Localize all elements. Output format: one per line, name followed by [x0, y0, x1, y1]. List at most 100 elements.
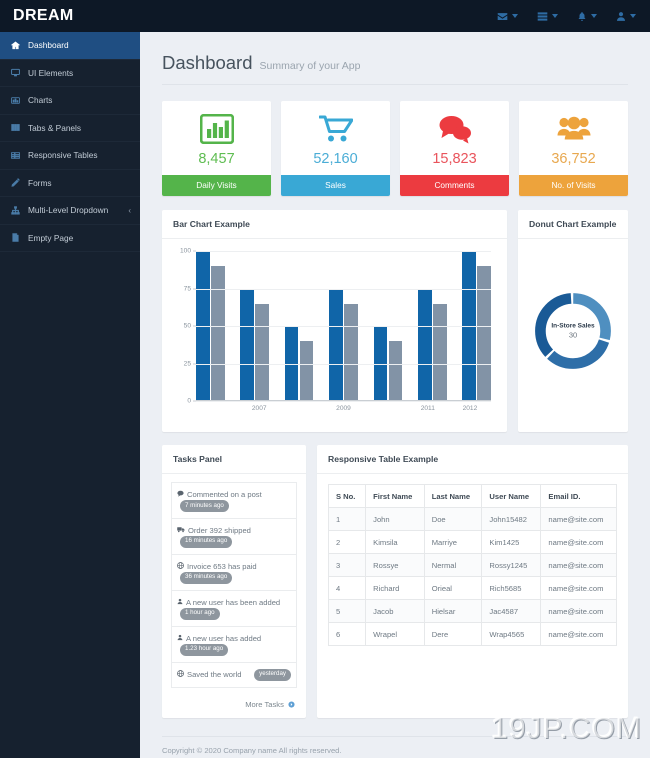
sidebar-item-dashboard[interactable]: Dashboard — [0, 32, 140, 60]
task-item[interactable]: Order 392 shipped 16 minutes ago — [171, 518, 297, 555]
account-dropdown[interactable] — [616, 11, 636, 22]
top-navbar: DREAM — [0, 0, 650, 32]
table-column-header: First Name — [365, 484, 425, 508]
table-cell: Marriye — [423, 530, 483, 554]
stat-card-label: No. of Visits — [519, 175, 628, 196]
users-table: S No. First Name Last Name User Name Email I… — [327, 484, 617, 646]
bar[interactable] — [240, 288, 254, 401]
sidebar-item-forms[interactable]: Forms — [0, 170, 140, 197]
bar-chart-title: Bar Chart Example — [162, 210, 507, 239]
table-row[interactable]: 4 Richard Orieal Rich5685 name@site.com — [327, 576, 617, 600]
grid-line — [196, 288, 491, 290]
sidebar-item-tabs-panels[interactable]: Tabs & Panels — [0, 115, 140, 142]
sidebar-item-label: Forms — [28, 177, 52, 188]
table-row[interactable]: 2 Kimsila Marriye Kim1425 name@site.com — [327, 530, 617, 554]
y-axis-tick-label: 0 — [187, 397, 191, 405]
chevron-down-icon — [512, 14, 518, 18]
user-icon — [616, 11, 626, 22]
bar[interactable] — [433, 303, 447, 401]
y-axis-tick-label: 25 — [183, 360, 191, 367]
table-cell: Nermal — [423, 553, 483, 577]
task-time-badge: 1.23 hour ago — [180, 643, 229, 656]
table-row[interactable]: 5 Jacob Hielsar Jac4587 name@site.com — [327, 599, 617, 623]
sidebar-item-label: Responsive Tables — [28, 150, 98, 161]
grid-line — [196, 363, 491, 365]
tasks-list-icon — [537, 11, 548, 22]
table-column-header: User Name — [481, 484, 542, 508]
donut-chart-area: In-Store Sales 30 — [518, 239, 628, 423]
donut-center-label: In-Store Sales — [551, 322, 595, 330]
y-axis-tick-label: 100 — [179, 247, 191, 255]
table-cell: 2 — [327, 530, 367, 554]
messages-dropdown[interactable] — [497, 11, 518, 22]
stat-card-comments[interactable]: 15,823 Comments — [400, 101, 509, 196]
bottom-row: Tasks Panel Commented on a post 7 minutes… — [140, 432, 650, 718]
table-cell: Hielsar — [423, 599, 483, 623]
sidebar-item-multi-level-dropdown[interactable]: Multi-Level Dropdown ‹ — [0, 197, 140, 225]
brand-logo[interactable]: DREAM — [0, 7, 140, 25]
notifications-dropdown[interactable] — [577, 11, 597, 22]
y-axis-tick-mark — [193, 288, 196, 289]
y-axis-tick-mark — [193, 363, 196, 364]
table-cell: name@site.com — [540, 576, 617, 600]
sidebar: Dashboard UI Elements Charts Tabs & Panels R… — [0, 32, 140, 758]
user-icon — [177, 598, 183, 605]
bar[interactable] — [344, 303, 358, 401]
sidebar-item-ui-elements[interactable]: UI Elements — [0, 60, 140, 87]
page-header: Dashboard Summary of your App — [140, 32, 650, 84]
x-axis-tick-label: 2007 — [251, 405, 267, 412]
task-text: A new user has been added — [186, 597, 281, 607]
table-row[interactable]: 3 Rossye Nermal Rossy1245 name@site.com — [327, 553, 617, 577]
task-text: Invoice 653 has paid — [187, 561, 257, 571]
task-item[interactable]: A new user has added 1.23 hour ago — [171, 626, 297, 663]
bar[interactable] — [329, 288, 343, 401]
bar[interactable] — [418, 288, 432, 401]
stat-card-daily-visits[interactable]: 8,457 Daily Visits — [162, 101, 271, 196]
pencil-square-icon — [11, 178, 24, 188]
table-cell: 3 — [327, 553, 367, 577]
stat-card-value: 15,823 — [432, 151, 477, 167]
tasks-dropdown[interactable] — [537, 11, 558, 22]
table-row[interactable]: 1 John Doe John15482 name@site.com — [327, 507, 617, 531]
task-time-badge: 36 minutes ago — [180, 571, 233, 584]
charts-row: Bar Chart Example 0 25 50 75 100 2007 2009 201… — [140, 196, 650, 432]
task-item[interactable]: Saved the world yesterday — [171, 662, 297, 688]
donut-graphic: In-Store Sales 30 — [530, 288, 616, 374]
task-item[interactable]: Commented on a post 7 minutes ago — [171, 482, 297, 519]
grid-line — [196, 251, 491, 252]
sidebar-item-charts[interactable]: Charts — [0, 87, 140, 115]
y-axis-tick-label: 75 — [183, 285, 191, 292]
table-cell: name@site.com — [540, 599, 617, 623]
table-cell: 5 — [327, 599, 367, 623]
comments-icon — [438, 112, 472, 146]
table-cell: name@site.com — [540, 507, 617, 531]
sidebar-item-empty-page[interactable]: Empty Page — [0, 225, 140, 252]
file-icon — [11, 233, 24, 242]
task-text: Saved the world — [187, 669, 242, 679]
bar[interactable] — [255, 303, 269, 401]
more-tasks-link[interactable]: More Tasks — [162, 694, 306, 718]
cart-icon — [318, 112, 353, 146]
task-text: Order 392 shipped — [188, 525, 251, 535]
envelope-icon — [497, 11, 508, 22]
table-panel-title: Responsive Table Example — [317, 445, 628, 474]
table-cell: Jac4587 — [481, 599, 542, 623]
sidebar-item-label: Tabs & Panels — [28, 122, 82, 133]
x-axis-tick-label: 2012 — [462, 405, 478, 412]
sitemap-icon — [11, 206, 24, 215]
stat-card-sales[interactable]: 52,160 Sales — [281, 101, 390, 196]
chart-icon — [11, 96, 24, 105]
sidebar-item-responsive-tables[interactable]: Responsive Tables — [0, 142, 140, 170]
table-cell: Richard — [365, 576, 425, 600]
stat-card-no-of-visits[interactable]: 36,752 No. of Visits — [519, 101, 628, 196]
bell-icon — [577, 11, 587, 22]
task-item[interactable]: Invoice 653 has paid 36 minutes ago — [171, 554, 297, 591]
donut-chart-title: Donut Chart Example — [518, 210, 628, 239]
bar-chart-area: 0 25 50 75 100 2007 2009 2011 2012 — [162, 239, 507, 423]
table-row[interactable]: 6 Wrapel Dere Wrap4565 name@site.com — [327, 622, 617, 646]
bar[interactable] — [299, 341, 314, 401]
bar[interactable] — [388, 341, 403, 401]
task-item[interactable]: A new user has been added 1 hour ago — [171, 590, 297, 627]
bar[interactable] — [477, 266, 491, 401]
bar[interactable] — [211, 266, 225, 401]
